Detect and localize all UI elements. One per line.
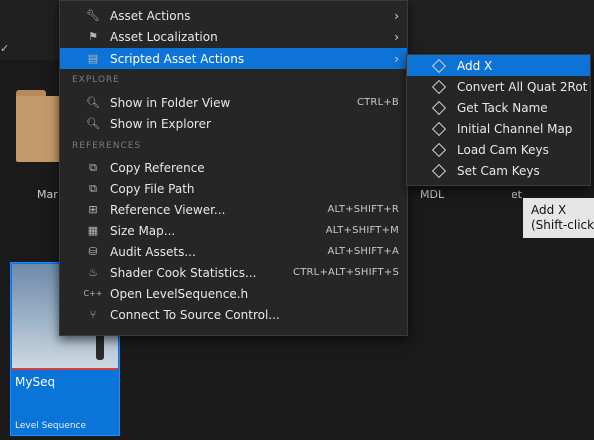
diamond-icon xyxy=(431,142,447,157)
asset-tile-label: mationAsset xyxy=(512,188,522,201)
scripted-actions-submenu: Add X Convert All Quat 2Rot Get Tack Nam… xyxy=(406,54,591,186)
submenu-item-initial-channel-map[interactable]: Initial Channel Map xyxy=(407,118,590,139)
script-icon: ▤ xyxy=(87,52,99,65)
diamond-icon xyxy=(431,163,447,178)
menu-item-label: Show in Folder View xyxy=(110,95,231,110)
tooltip-title: Add X xyxy=(531,203,567,217)
menu-item-copy-reference[interactable]: ⧉ Copy Reference xyxy=(60,157,407,178)
submenu-item-label: Get Tack Name xyxy=(457,100,548,115)
shortcut-label: ALT+SHIFT+A xyxy=(327,246,399,257)
menu-item-label: Show in Explorer xyxy=(110,116,211,131)
diamond-icon xyxy=(431,58,447,73)
section-header-references: REFERENCES xyxy=(72,141,142,151)
cpp-icon: C++ xyxy=(83,289,103,298)
menu-item-audit-assets[interactable]: ⛁ Audit Assets... ALT+SHIFT+A xyxy=(60,241,407,262)
menu-item-label: Open LevelSequence.h xyxy=(110,286,249,301)
menu-item-label: Asset Actions xyxy=(110,8,191,23)
asset-tile-label: MDL xyxy=(420,188,445,201)
menu-item-scripted-asset-actions[interactable]: ▤ Scripted Asset Actions › xyxy=(60,48,407,69)
shader-icon: ♨ xyxy=(88,266,98,279)
menu-item-copy-file-path[interactable]: ⧉ Copy File Path xyxy=(60,178,407,199)
diamond-icon xyxy=(431,121,447,136)
size-map-icon: ▦ xyxy=(87,224,99,237)
diamond-icon xyxy=(431,79,447,94)
section-header-explore: EXPLORE xyxy=(72,75,120,85)
menu-item-label: Audit Assets... xyxy=(110,244,196,259)
menu-item-label: Size Map... xyxy=(110,223,176,238)
shortcut-label: ALT+SHIFT+M xyxy=(325,225,399,236)
menu-item-shader-cook-statistics[interactable]: ♨ Shader Cook Statistics... CTRL+ALT+SHI… xyxy=(60,262,407,283)
asset-type-label: Level Sequence xyxy=(15,421,87,431)
chevron-right-icon: › xyxy=(394,29,399,44)
menu-item-open-header[interactable]: C++ Open LevelSequence.h xyxy=(60,283,407,304)
tooltip-hint: (Shift-click t xyxy=(531,218,594,232)
copy-icon: ⧉ xyxy=(89,160,97,174)
menu-item-asset-localization[interactable]: ⚑ Asset Localization › xyxy=(60,26,407,47)
menu-item-label: Copy File Path xyxy=(110,181,195,196)
submenu-item-label: Load Cam Keys xyxy=(457,142,549,157)
submenu-item-label: Add X xyxy=(457,58,493,73)
submenu-item-set-cam-keys[interactable]: Set Cam Keys xyxy=(407,160,590,181)
menu-item-label: Asset Localization xyxy=(110,29,218,44)
reference-viewer-icon: ⊞ xyxy=(88,203,98,216)
submenu-item-add-x[interactable]: Add X xyxy=(407,55,590,76)
folder-search-icon: 🔍︎ xyxy=(86,96,100,109)
diamond-icon xyxy=(431,100,447,115)
wrench-icon: 🔧︎ xyxy=(86,9,100,22)
submenu-item-load-cam-keys[interactable]: Load Cam Keys xyxy=(407,139,590,160)
menu-item-label: Scripted Asset Actions xyxy=(110,51,245,66)
menu-item-label: Connect To Source Control... xyxy=(110,307,280,322)
folder-search-icon: 🔍︎ xyxy=(86,117,100,130)
audit-icon: ⛁ xyxy=(88,245,98,258)
submenu-item-get-tack-name[interactable]: Get Tack Name xyxy=(407,97,590,118)
menu-item-size-map[interactable]: ▦ Size Map... ALT+SHIFT+M xyxy=(60,220,407,241)
menu-item-label: Reference Viewer... xyxy=(110,202,226,217)
menu-item-show-in-folder-view[interactable]: 🔍︎ Show in Folder View CTRL+B xyxy=(60,92,407,113)
chevron-right-icon: › xyxy=(394,8,399,23)
asset-context-menu: 🔧︎ Asset Actions › ⚑ Asset Localization … xyxy=(59,0,408,336)
menu-item-asset-actions[interactable]: 🔧︎ Asset Actions › xyxy=(60,5,407,26)
submenu-item-label: Initial Channel Map xyxy=(457,121,573,136)
submenu-item-convert-all-quat[interactable]: Convert All Quat 2Rot xyxy=(407,76,590,97)
menu-item-label: Shader Cook Statistics... xyxy=(110,265,257,280)
flag-icon: ⚑ xyxy=(88,30,98,43)
shortcut-label: CTRL+ALT+SHIFT+S xyxy=(293,267,399,278)
submenu-item-label: Set Cam Keys xyxy=(457,163,540,178)
shortcut-label: ALT+SHIFT+R xyxy=(327,204,399,215)
menu-item-label: Copy Reference xyxy=(110,160,205,175)
source-control-icon: ⑂ xyxy=(89,308,97,321)
asset-tile-label: Mar xyxy=(37,188,58,201)
asset-name: MySeq xyxy=(15,375,56,389)
chevron-right-icon: › xyxy=(394,51,399,66)
checkmark-icon: ✓ xyxy=(0,42,10,55)
submenu-item-label: Convert All Quat 2Rot xyxy=(457,79,588,94)
tooltip: Add X (Shift-click t xyxy=(523,198,594,238)
shortcut-label: CTRL+B xyxy=(356,97,399,108)
menu-item-show-in-explorer[interactable]: 🔍︎ Show in Explorer xyxy=(60,113,407,134)
copy-icon: ⧉ xyxy=(89,181,97,195)
menu-item-reference-viewer[interactable]: ⊞ Reference Viewer... ALT+SHIFT+R xyxy=(60,199,407,220)
menu-item-connect-source-control[interactable]: ⑂ Connect To Source Control... xyxy=(60,304,407,325)
